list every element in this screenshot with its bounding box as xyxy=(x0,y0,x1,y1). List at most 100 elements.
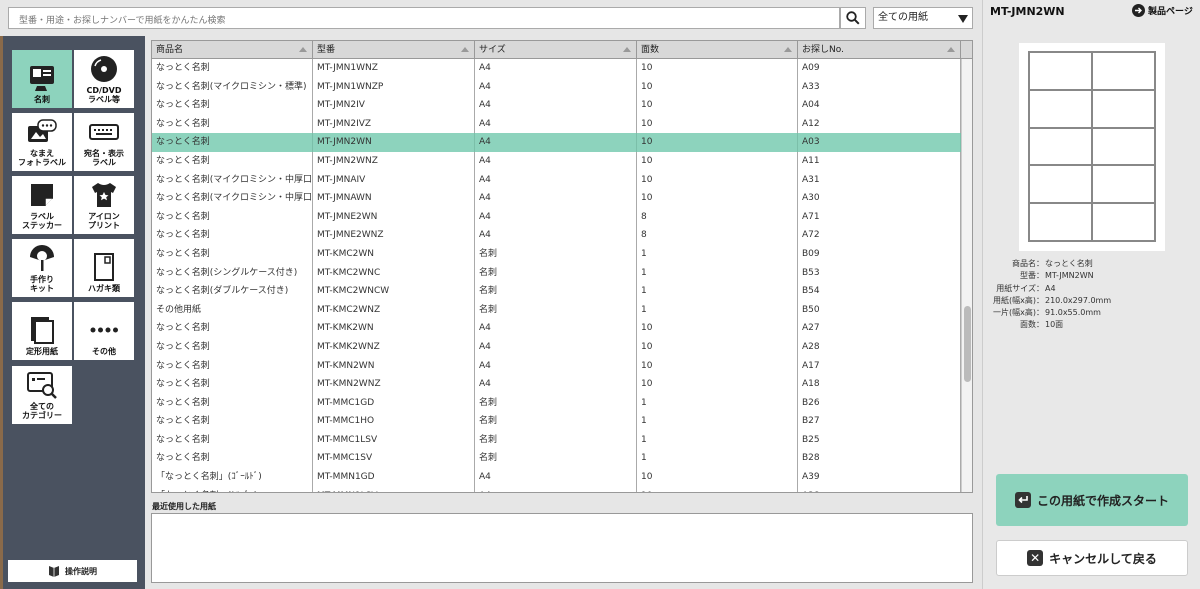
table-row[interactable]: なっとく名刺 MT-JMN1WNZ A4 10 A09 xyxy=(152,59,962,78)
category-label: 宛名・表示 ラベル xyxy=(84,149,124,167)
category-tile[interactable]: なまえ フォトラベル xyxy=(12,113,72,171)
table-row[interactable]: なっとく名刺 MT-KMC2WN 名刺 1 B09 xyxy=(152,244,962,264)
table-row[interactable]: なっとく名刺 MT-JMN2WN A4 10 A03 xyxy=(152,133,962,152)
table-cell: 名刺 xyxy=(475,244,637,264)
table-cell: A4 xyxy=(475,468,637,487)
table-row[interactable]: なっとく名刺 MT-KMN2WN A4 10 A17 xyxy=(152,356,962,376)
spec-row: 用紙(幅x高)： 210.0x297.0mm xyxy=(983,295,1200,307)
spec-value: 10面 xyxy=(1045,320,1064,330)
scrollbar-thumb[interactable] xyxy=(964,306,971,382)
table-cell: 10 xyxy=(637,189,798,208)
table-row[interactable]: なっとく名刺(マイクロミシン・標準) MT-JMN1WNZP A4 10 A33 xyxy=(152,77,962,97)
table-row[interactable]: なっとく名刺 MT-MMC1GD 名刺 1 B26 xyxy=(152,393,962,413)
label-cell xyxy=(1029,165,1092,204)
table-cell: 「なっとく名刺」(ｼﾙﾊﾞｰ) xyxy=(152,486,313,492)
table-row[interactable]: なっとく名刺 MT-KMN2WNZ A4 10 A18 xyxy=(152,375,962,394)
table-row[interactable]: なっとく名刺 MT-MMC1HO 名刺 1 B27 xyxy=(152,412,962,431)
spec-row: 面数： 10面 xyxy=(983,319,1200,331)
table-cell: 10 xyxy=(637,114,798,134)
column-header[interactable]: お探しNo. xyxy=(798,41,961,59)
column-header[interactable]: 面数 xyxy=(637,41,798,59)
header-filler xyxy=(961,41,972,59)
table-cell: A04 xyxy=(798,96,961,115)
table-cell: MT-JMN1WNZP xyxy=(313,77,475,97)
table-cell: A39 xyxy=(798,468,961,487)
start-creating-button[interactable]: この用紙で作成スタート xyxy=(996,474,1188,526)
recent-papers-list xyxy=(151,513,973,583)
table-row[interactable]: なっとく名刺 MT-JMN2IVZ A4 10 A12 xyxy=(152,114,962,134)
table-row[interactable]: なっとく名刺 MT-JMN2WNZ A4 10 A11 xyxy=(152,151,962,171)
table-row[interactable]: なっとく名刺(ダブルケース付き) MT-KMC2WNCW 名刺 1 B54 xyxy=(152,282,962,301)
product-page-link[interactable]: 製品ページ xyxy=(1132,4,1193,17)
table-row[interactable]: 「なっとく名刺」(ｼﾙﾊﾞｰ)MT-MMN1LSVA410A38 xyxy=(152,486,962,492)
spec-key: 用紙(幅x高)： xyxy=(993,295,1044,305)
table-row[interactable]: なっとく名刺 MT-MMC1SV 名刺 1 B28 xyxy=(152,449,962,469)
table-row[interactable]: なっとく名刺 MT-MMC1LSV 名刺 1 B25 xyxy=(152,430,962,450)
start-creating-button-label: この用紙で作成スタート xyxy=(1036,493,1169,508)
category-tile[interactable]: ラベル ステッカー xyxy=(12,176,72,234)
spec-key: 型番： xyxy=(1020,271,1044,281)
category-tile[interactable]: CD/DVD ラベル等 xyxy=(74,50,134,108)
table-row[interactable]: なっとく名刺 MT-JMN2IV A4 10 A04 xyxy=(152,96,962,115)
table-cell: 1 xyxy=(637,300,798,320)
category-tile[interactable]: 名刺 xyxy=(12,50,72,108)
more-dots-icon xyxy=(87,315,121,345)
table-cell: MT-MMN1GD xyxy=(313,468,475,487)
table-cell: MT-JMN1WNZ xyxy=(313,59,475,78)
table-row[interactable]: なっとく名刺(マイクロミシン・中厚口) MT-JMNAIV A4 10 A31 xyxy=(152,170,962,190)
table-cell: なっとく名刺 xyxy=(152,412,313,431)
table-row[interactable]: なっとく名刺(マイクロミシン・中厚口) MT-JMNAWN A4 10 A30 xyxy=(152,189,962,208)
spec-list: 商品名： なっとく名刺 型番： MT-JMN2WN 用紙サイズ： A4 用紙(幅x高)： 21… xyxy=(983,258,1200,332)
table-cell: A4 xyxy=(475,356,637,376)
table-cell: 1 xyxy=(637,449,798,469)
fan-icon xyxy=(25,243,59,273)
table-cell: なっとく名刺 xyxy=(152,226,313,245)
table-cell: A28 xyxy=(798,337,961,357)
table-cell: A4 xyxy=(475,133,637,152)
table-cell: 名刺 xyxy=(475,263,637,283)
table-cell: A33 xyxy=(798,77,961,97)
table-cell: なっとく名刺 xyxy=(152,96,313,115)
category-tile[interactable]: 手作り キット xyxy=(12,239,72,297)
keyboard-label-icon xyxy=(87,117,121,147)
table-scrollbar[interactable] xyxy=(961,59,972,492)
table-row[interactable]: なっとく名刺(シングルケース付き) MT-KMC2WNC 名刺 1 B53 xyxy=(152,263,962,283)
table-row[interactable]: なっとく名刺 MT-JMNE2WNZ A4 8 A72 xyxy=(152,226,962,245)
table-cell: なっとく名刺 xyxy=(152,393,313,413)
paper-type-select[interactable]: 全ての用紙 xyxy=(873,7,973,29)
table-row[interactable]: その他用紙 MT-KMC2WNZ 名刺 1 B50 xyxy=(152,300,962,320)
cancel-button[interactable]: ✕ キャンセルして戻る xyxy=(996,540,1188,576)
table-cell: 10 xyxy=(637,133,798,152)
column-header[interactable]: 商品名 xyxy=(152,41,313,59)
table-cell: なっとく名刺 xyxy=(152,356,313,376)
category-tile[interactable]: 全ての カテゴリー xyxy=(12,366,72,424)
table-cell: MT-KMC2WN xyxy=(313,244,475,264)
column-header[interactable]: サイズ xyxy=(475,41,637,59)
category-tile[interactable]: ハガキ類 xyxy=(74,239,134,297)
column-header[interactable]: 型番 xyxy=(313,41,475,59)
table-cell: なっとく名刺 xyxy=(152,449,313,469)
help-button[interactable]: 操作説明 xyxy=(8,560,137,582)
table-row[interactable]: なっとく名刺 MT-KMK2WN A4 10 A27 xyxy=(152,319,962,338)
paper-stack-icon xyxy=(25,315,59,345)
column-header-label: 面数 xyxy=(641,45,660,55)
category-tile[interactable]: 宛名・表示 ラベル xyxy=(74,113,134,171)
spec-key: 面数： xyxy=(1020,320,1044,330)
table-row[interactable]: なっとく名刺 MT-JMNE2WN A4 8 A71 xyxy=(152,207,962,227)
table-cell: B27 xyxy=(798,412,961,431)
category-tile[interactable]: アイロン プリント xyxy=(74,176,134,234)
table-body: なっとく名刺 MT-JMN1WNZ A4 10 A09 なっとく名刺(マイクロミシン・標準… xyxy=(152,59,962,492)
label-cell xyxy=(1092,89,1155,128)
search-input[interactable] xyxy=(9,11,839,31)
table-row[interactable]: 「なっとく名刺」(ｺﾞｰﾙﾄﾞ) MT-MMN1GD A4 10 A39 xyxy=(152,468,962,487)
table-cell: A71 xyxy=(798,207,961,227)
spec-value: なっとく名刺 xyxy=(1045,259,1093,268)
detail-panel: MT-JMN2WN 製品ページ 商品名： なっとく名刺 型番： MT-JMN2WN 用紙… xyxy=(982,0,1200,589)
table-cell: MT-MMN1LSV xyxy=(313,486,475,492)
category-tile[interactable]: その他 xyxy=(74,302,134,360)
search-button[interactable] xyxy=(840,7,866,29)
category-tile[interactable]: 定形用紙 xyxy=(12,302,72,360)
table-cell: なっとく名刺(マイクロミシン・中厚口) xyxy=(152,189,313,208)
table-row[interactable]: なっとく名刺 MT-KMK2WNZ A4 10 A28 xyxy=(152,337,962,357)
table-cell: A4 xyxy=(475,59,637,78)
